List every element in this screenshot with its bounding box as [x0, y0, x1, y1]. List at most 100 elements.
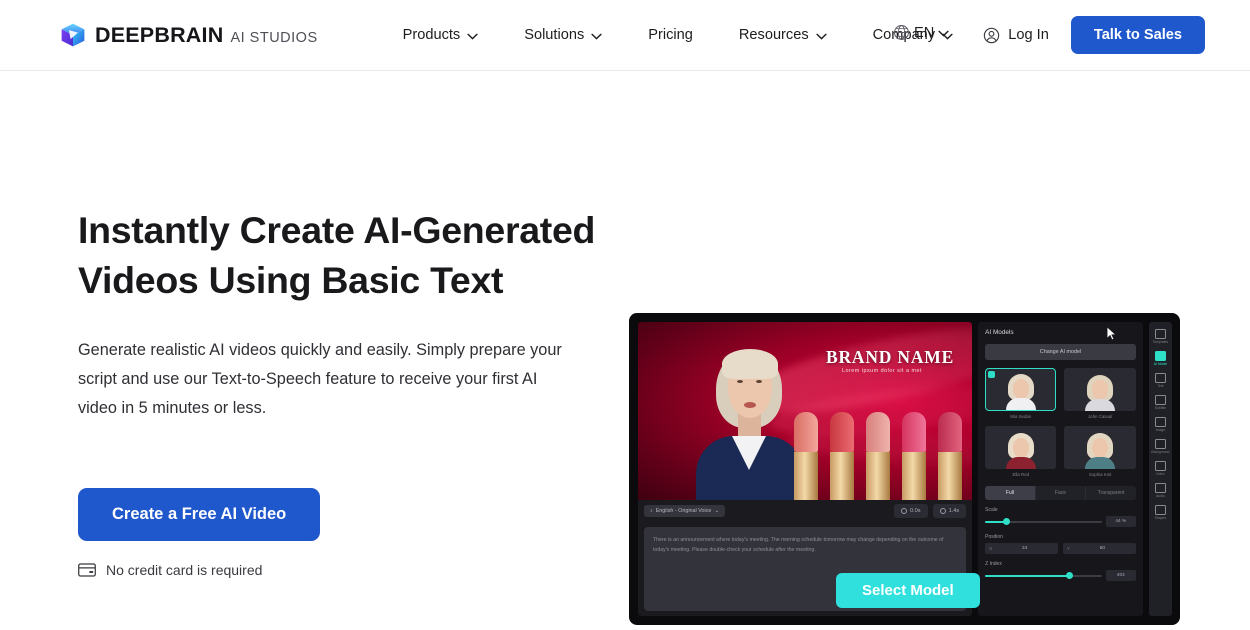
templates-icon	[1154, 329, 1166, 339]
rail-label: AI Model	[1153, 362, 1168, 366]
model-card[interactable]: Ella Red	[985, 426, 1057, 477]
nav-label-resources: Resources	[738, 27, 809, 43]
hero-subtitle: Generate realistic AI videos quickly and…	[78, 340, 562, 417]
z-index-value[interactable]: 404	[1105, 570, 1136, 581]
talk-to-sales-button[interactable]: Talk to Sales	[1070, 16, 1205, 54]
position-y-value: 60	[1099, 546, 1106, 551]
cube-logo-icon	[61, 23, 85, 47]
chevron-down-icon	[591, 33, 602, 40]
login-label: Log In	[1008, 27, 1049, 43]
video-icon	[1154, 461, 1166, 471]
scale-label: Scale	[985, 507, 998, 513]
scene-duration-chip[interactable]: 0.0s	[894, 504, 928, 518]
scale-value[interactable]: 44 %	[1105, 516, 1136, 527]
nav-label-products: Products	[402, 27, 461, 43]
nav-item-solutions[interactable]: Solutions	[501, 0, 625, 70]
ai-model-icon	[1154, 351, 1166, 361]
model-card[interactable]: Mia Sedan	[985, 368, 1057, 419]
scale-slider[interactable]	[985, 517, 1102, 525]
model-card[interactable]: Sophia Knit	[1064, 426, 1136, 477]
z-index-slider-knob[interactable]	[1066, 571, 1074, 579]
rail-item-audio[interactable]: Audio	[1149, 480, 1171, 500]
voice-wave-icon: ♪	[650, 508, 653, 514]
page-title: Instantly Create AI-Generated Videos Usi…	[78, 209, 596, 302]
nav-label-solutions: Solutions	[524, 27, 585, 43]
nav-label-pricing: Pricing	[648, 27, 693, 43]
position-x-value: 24	[1021, 546, 1028, 551]
segment-transparent[interactable]: Transparent	[1086, 486, 1136, 500]
z-index-slider[interactable]	[985, 571, 1102, 579]
model-name: John Casual	[1087, 414, 1113, 419]
credit-card-icon	[78, 562, 96, 577]
select-model-button[interactable]: Select Model	[836, 573, 980, 608]
logo-brand-text: DEEPBRAIN	[95, 22, 224, 47]
total-duration-chip[interactable]: 1.4s	[932, 504, 967, 518]
ai-models-panel: AI Models Change AI model Mia Sedan John…	[978, 322, 1143, 616]
segment-face[interactable]: Face	[1036, 486, 1087, 500]
model-name: Mia Sedan	[1010, 414, 1032, 419]
login-button[interactable]: Log In	[975, 21, 1057, 50]
scene-toolbar: ♪ English - Original Voice ⌄ 0.0s 1.4s	[638, 500, 973, 522]
chevron-down-icon: ⌄	[714, 508, 719, 514]
chevron-down-icon	[816, 33, 827, 40]
clock-icon	[939, 508, 946, 514]
clock-icon	[901, 508, 907, 514]
nav-item-resources[interactable]: Resources	[716, 0, 850, 70]
image-icon	[1154, 417, 1166, 427]
rail-item-image[interactable]: Image	[1149, 414, 1171, 434]
rail-item-video[interactable]: Video	[1149, 458, 1171, 478]
header-actions: Log In Talk to Sales	[975, 0, 1205, 70]
rail-item-text[interactable]: Text	[1149, 370, 1171, 390]
rail-item-ai-model[interactable]: AI Model	[1149, 348, 1171, 368]
audio-icon	[1154, 483, 1166, 493]
script-text: There is an announcement where today's m…	[653, 537, 944, 554]
nav-item-products[interactable]: Products	[380, 0, 502, 70]
rail-item-subtitle[interactable]: Subtitle	[1149, 392, 1171, 412]
no-credit-card-note: No credit card is required	[78, 562, 608, 578]
rail-item-shapes[interactable]: Shapes	[1149, 502, 1171, 522]
tool-rail: Templates AI Model Text Subtitle Image B…	[1148, 322, 1172, 616]
change-ai-model-button[interactable]: Change AI model	[985, 344, 1136, 360]
video-stage[interactable]: BRAND NAME Lorem ipsum dolor sit a met	[638, 322, 973, 500]
logo-sub-text: AI STUDIOS	[230, 29, 318, 46]
no-credit-card-label: No credit card is required	[106, 561, 263, 578]
rail-label: Background	[1151, 450, 1170, 454]
voice-selector-chip[interactable]: ♪ English - Original Voice ⌄	[644, 505, 725, 517]
scene-duration-value: 0.0s	[910, 508, 921, 514]
lipstick-product-row	[794, 408, 964, 500]
chevron-down-icon	[467, 33, 478, 40]
model-card[interactable]: John Casual	[1064, 368, 1136, 419]
rail-label: Video	[1156, 472, 1165, 476]
create-free-ai-video-button[interactable]: Create a Free AI Video	[78, 487, 321, 541]
stage-brand-name: BRAND NAME	[826, 347, 955, 367]
position-x-axis-label: X	[989, 546, 993, 551]
position-y-axis-label: Y	[1066, 546, 1071, 551]
model-name: Sophia Knit	[1088, 472, 1112, 477]
globe-icon	[894, 25, 909, 40]
view-mode-segmented-control: Full Face Transparent	[985, 486, 1136, 500]
position-y-field[interactable]: Y 60	[1062, 543, 1136, 554]
user-circle-icon	[984, 27, 1000, 43]
logo[interactable]: DEEPBRAIN AI STUDIOS	[60, 22, 318, 48]
rail-item-templates[interactable]: Templates	[1149, 326, 1171, 346]
text-icon	[1154, 373, 1166, 383]
site-header: DEEPBRAIN AI STUDIOS Products Solutions …	[0, 0, 1250, 71]
segment-full[interactable]: Full	[985, 486, 1036, 500]
z-index-label: Z Index	[985, 561, 1002, 567]
chevron-down-icon	[938, 30, 949, 37]
stage-brand-subtitle: Lorem ipsum dolor sit a met	[842, 368, 923, 374]
model-name: Ella Red	[1012, 472, 1030, 477]
hero-copy: Instantly Create AI-Generated Videos Usi…	[78, 205, 608, 578]
scale-slider-knob[interactable]	[1003, 517, 1011, 525]
z-index-control: 404	[985, 570, 1136, 581]
language-selector[interactable]: EN	[893, 24, 949, 41]
rail-item-background[interactable]: Background	[1149, 436, 1171, 456]
ai-avatar-presenter	[690, 340, 810, 500]
position-x-field[interactable]: X 24	[985, 543, 1058, 554]
rail-label: Image	[1155, 428, 1166, 432]
position-control: X 24 Y 60	[985, 543, 1136, 554]
nav-item-pricing[interactable]: Pricing	[625, 0, 716, 70]
selected-check-icon	[988, 371, 996, 378]
shapes-icon	[1154, 505, 1166, 515]
subtitle-icon	[1154, 395, 1166, 405]
